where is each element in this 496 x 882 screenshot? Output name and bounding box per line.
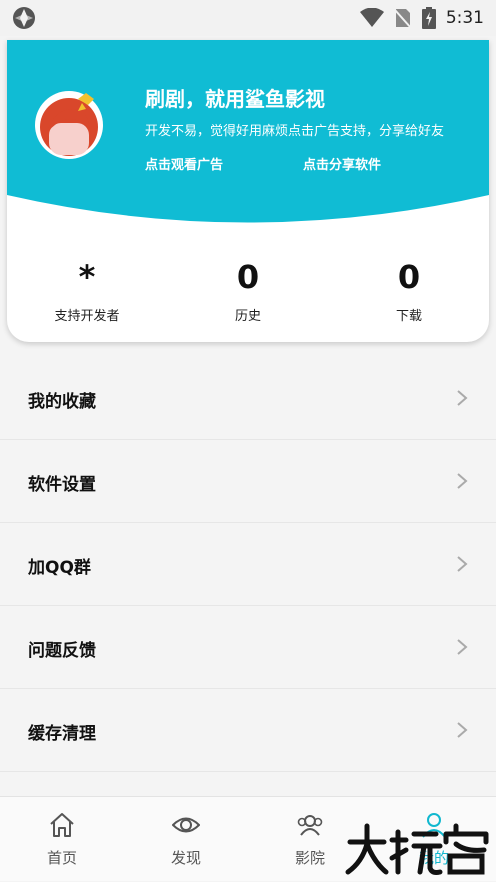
watch-ad-link[interactable]: 点击观看广告 (145, 154, 223, 173)
wifi-icon (359, 8, 384, 27)
nav-label: 发现 (170, 849, 201, 867)
home-icon (50, 813, 74, 837)
eye-icon (172, 817, 200, 833)
menu-item-label: 问题反馈 (28, 641, 96, 661)
stat-label: 历史 (234, 309, 261, 324)
aperture-icon (13, 7, 35, 29)
menu-item-feedback[interactable]: 问题反馈 (0, 606, 496, 689)
menu-item-favorites[interactable]: 我的收藏 (0, 357, 496, 440)
nav-discover[interactable]: 发现 (124, 797, 248, 882)
menu-item-settings[interactable]: 软件设置 (0, 440, 496, 523)
profile-subline: 开发不易，觉得好用麻烦点击广告支持，分享给好友 (145, 124, 445, 139)
nav-home[interactable]: 首页 (0, 797, 124, 882)
chevron-right-icon (457, 722, 468, 738)
stat-history[interactable]: 0 历史 (168, 255, 328, 324)
battery-charging-icon (421, 7, 436, 29)
group-icon (297, 815, 323, 836)
stat-value: 0 (236, 258, 260, 296)
share-app-link[interactable]: 点击分享软件 (303, 154, 381, 173)
status-bar: 5:31 (0, 0, 496, 36)
profile-headline: 刷剧，就用鲨鱼影视 (145, 87, 325, 111)
chevron-right-icon (457, 390, 468, 406)
menu-item-clear-cache[interactable]: 缓存清理 (0, 689, 496, 772)
chevron-right-icon (457, 639, 468, 655)
stat-downloads[interactable]: 0 下载 (329, 255, 489, 324)
stat-value: 0 (397, 258, 421, 296)
watermark-logo (345, 823, 489, 875)
avatar[interactable] (34, 83, 104, 167)
no-sim-icon (394, 9, 412, 29)
menu-item-join-qq-group[interactable]: 加QQ群 (0, 523, 496, 606)
stat-value: * (78, 258, 96, 296)
profile-card: 刷剧，就用鲨鱼影视 开发不易，觉得好用麻烦点击广告支持，分享给好友 点击观看广告… (7, 40, 489, 342)
menu-item-label: 软件设置 (28, 475, 96, 495)
stat-support-developer[interactable]: * 支持开发者 (7, 255, 167, 324)
stats-row: * 支持开发者 0 历史 0 下载 (7, 255, 489, 325)
settings-menu: 我的收藏 软件设置 加QQ群 问题反馈 缓存清理 (0, 357, 496, 772)
chevron-right-icon (457, 473, 468, 489)
stat-label: 支持开发者 (54, 309, 120, 324)
nav-label: 首页 (46, 849, 77, 867)
stat-label: 下载 (395, 309, 422, 324)
menu-item-label: 缓存清理 (28, 724, 96, 744)
menu-item-label: 我的收藏 (28, 392, 96, 412)
chevron-right-icon (457, 556, 468, 572)
status-time: 5:31 (445, 8, 484, 28)
menu-item-label: 加QQ群 (28, 558, 91, 578)
